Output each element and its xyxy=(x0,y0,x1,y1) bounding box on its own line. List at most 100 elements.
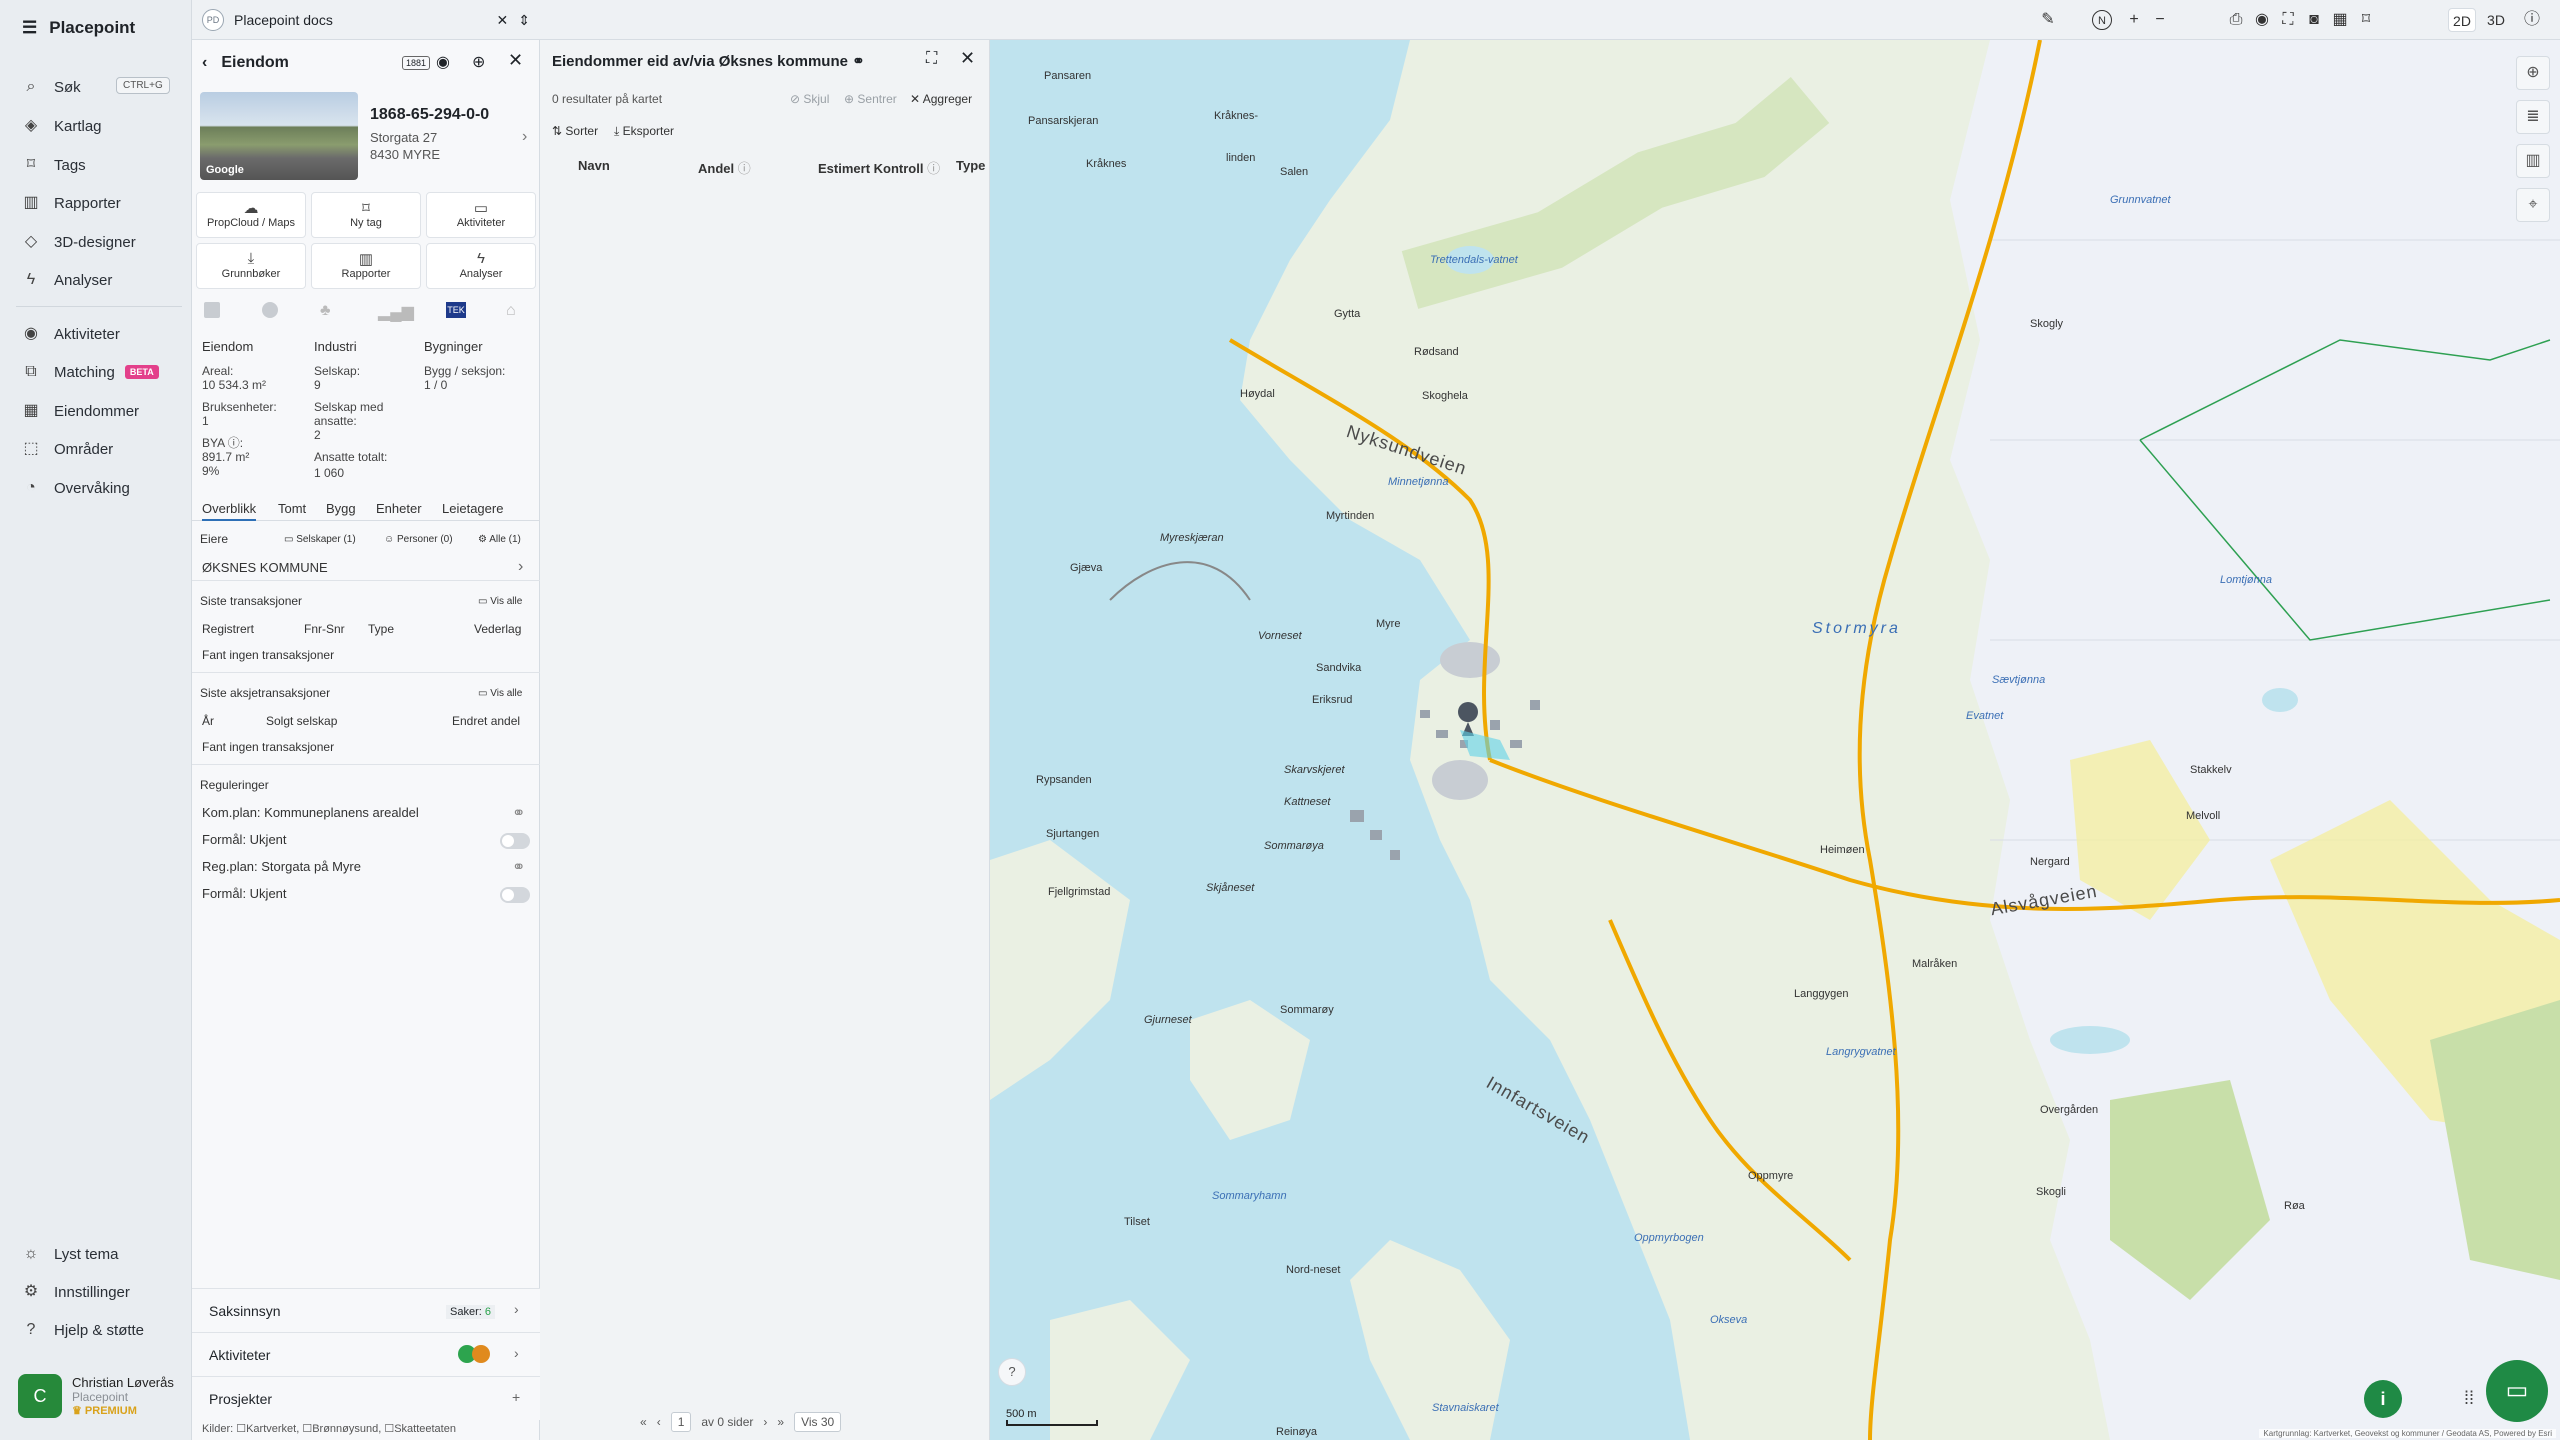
drag-handle-icon[interactable]: ⁞⁞ xyxy=(2464,1388,2474,1409)
map-measure-button[interactable]: ⌖ xyxy=(2516,188,2550,222)
map-chart-button[interactable]: ▥ xyxy=(2516,144,2550,178)
tab-enheter[interactable]: Enheter xyxy=(376,501,422,516)
page-input[interactable]: 1 xyxy=(670,1412,692,1432)
link-icon[interactable]: ⚭ xyxy=(512,857,525,877)
aktiviteter-button[interactable]: ▭ Aktiviteter xyxy=(426,192,536,238)
sidebar-item-sok[interactable]: ⌕ Søk xyxy=(22,78,81,96)
last-page-icon[interactable]: » xyxy=(777,1415,784,1429)
sidebar-item-hjelp[interactable]: ? Hjelp & støtte xyxy=(22,1321,144,1339)
fullscreen-icon[interactable]: ⛶ xyxy=(2278,10,2298,30)
sidebar-item-tags[interactable]: ⌑ Tags xyxy=(22,156,86,174)
saksinnsyn-row[interactable]: Saksinnsyn Saker: 6 › xyxy=(192,1288,540,1332)
camera-icon[interactable]: ◙ xyxy=(2304,10,2324,30)
filter-all[interactable]: ⚙ Alle (1) xyxy=(478,534,521,545)
propcloud-button[interactable]: ☁ PropCloud / Maps xyxy=(196,192,306,238)
per-page-select[interactable]: Vis 30 xyxy=(794,1412,842,1432)
tab-bygg[interactable]: Bygg xyxy=(326,501,356,516)
view-all-link[interactable]: ▭ Vis alle xyxy=(478,688,522,699)
sidebar-item-matching[interactable]: ⧉ Matching BETA xyxy=(22,363,159,381)
sidebar-item-3d-designer[interactable]: ◇ 3D-designer xyxy=(22,233,136,251)
sidebar-item-omrader[interactable]: ⬚ Områder xyxy=(22,440,113,458)
draw-icon[interactable]: ✎ xyxy=(2038,10,2058,30)
matrikkel-icon[interactable]: ♣ xyxy=(320,302,336,319)
owner-name[interactable]: ØKSNES KOMMUNE xyxy=(202,560,328,575)
brand[interactable]: ☰ Placepoint xyxy=(22,18,135,38)
filter-persons[interactable]: ☺ Personer (0) xyxy=(384,534,453,545)
info-icon[interactable]: ⓘ xyxy=(2522,10,2542,30)
ssb-icon[interactable] xyxy=(204,302,220,318)
eye-icon[interactable]: ◉ xyxy=(436,52,450,72)
sort-button[interactable]: ⇅ Sorter xyxy=(552,124,598,138)
back-icon[interactable]: ‹ xyxy=(202,54,207,72)
sidebar-item-rapporter[interactable]: ▥ Rapporter xyxy=(22,194,120,212)
kartverket-icon[interactable] xyxy=(262,302,278,318)
col-estimert-kontroll[interactable]: Estimert Kontroll ⓘ xyxy=(818,158,940,177)
map-layer-button[interactable]: ⊕ xyxy=(2516,56,2550,90)
chevron-right-icon[interactable]: › xyxy=(518,558,523,576)
zoom-in-icon[interactable]: + xyxy=(2124,10,2144,30)
sidebar-item-eiendommer[interactable]: ▦ Eiendommer xyxy=(22,402,139,420)
view-all-link[interactable]: ▭ Vis alle xyxy=(478,596,522,607)
export-button[interactable]: ⤓ Eksporter xyxy=(614,124,674,139)
first-page-icon[interactable]: « xyxy=(640,1415,647,1429)
col-andel[interactable]: Andel ⓘ xyxy=(698,158,751,177)
chevron-right-icon[interactable]: › xyxy=(522,128,527,146)
aktiviteter-row[interactable]: Aktiviteter › xyxy=(192,1332,540,1376)
tab-tomt[interactable]: Tomt xyxy=(278,501,306,516)
close-icon[interactable]: ✕ xyxy=(960,48,975,69)
grunnboker-button[interactable]: ⤓ Grunnbøker xyxy=(196,243,306,289)
house-icon[interactable]: ⌂ xyxy=(506,302,522,319)
bookmark-icon: ⌑ xyxy=(362,200,370,217)
grid-icon[interactable]: ▦ xyxy=(2330,10,2350,30)
sidebar-item-lyst-tema[interactable]: ☼ Lyst tema xyxy=(22,1245,119,1263)
close-icon[interactable]: ✕ xyxy=(508,50,523,71)
sidebar-item-overvaking[interactable]: ◔ Overvåking xyxy=(22,479,130,497)
map-stack-button[interactable]: ≣ xyxy=(2516,100,2550,134)
analyser-button[interactable]: ϟ Analyser xyxy=(426,243,536,289)
street-view-photo[interactable]: Google xyxy=(200,92,358,180)
docs-selector[interactable]: PD Placepoint docs ✕ ⇕ xyxy=(202,6,530,34)
user-card[interactable]: C Christian Løverås Placepoint ♛ PREMIUM xyxy=(18,1374,174,1418)
mode-2d-button[interactable]: 2D xyxy=(2448,8,2476,32)
rapporter-button[interactable]: ▥ Rapporter xyxy=(311,243,421,289)
sidebar-item-analyser[interactable]: ϟ Analyser xyxy=(22,271,113,289)
sidebar-item-innstillinger[interactable]: ⚙ Innstillinger xyxy=(22,1283,130,1301)
help-icon[interactable]: ? xyxy=(998,1358,1026,1386)
add-circle-icon[interactable]: ⊕ xyxy=(472,52,485,72)
compass-icon[interactable]: N xyxy=(2092,10,2112,30)
aggregate-button[interactable]: ✕ Aggreger xyxy=(910,92,972,106)
info-button[interactable]: i xyxy=(2364,1380,2402,1418)
mode-3d-button[interactable]: 3D xyxy=(2482,8,2510,32)
sidebar-item-kartlag[interactable]: ◈ Kartlag xyxy=(22,117,102,135)
chevron-updown-icon[interactable]: ⇕ xyxy=(518,12,530,29)
tek-icon[interactable]: TEK xyxy=(446,302,466,318)
prev-page-icon[interactable]: ‹ xyxy=(657,1415,661,1429)
link-icon[interactable]: ⚭ xyxy=(852,53,865,70)
byggdata-icon[interactable]: ▂▄▆ xyxy=(378,302,414,321)
close-icon[interactable]: ✕ xyxy=(497,12,509,29)
sidebar-item-aktiviteter[interactable]: ◉ Aktiviteter xyxy=(22,325,120,343)
badge-1881[interactable]: 1881 xyxy=(402,56,431,70)
expand-icon[interactable]: ⛶ xyxy=(926,50,937,68)
ny-tag-button[interactable]: ⌑ Ny tag xyxy=(311,192,421,238)
bookmark-icon[interactable]: ⌑ xyxy=(2356,10,2376,30)
formal-toggle[interactable] xyxy=(500,833,530,849)
next-page-icon[interactable]: › xyxy=(763,1415,767,1429)
formal-toggle[interactable] xyxy=(500,887,530,903)
hide-button[interactable]: ⊘ Skjul xyxy=(790,92,829,106)
prosjekter-row[interactable]: Prosjekter + xyxy=(192,1376,540,1420)
map-view[interactable]: Pansaren Pansarskjeran Kråknes Kråknes- … xyxy=(990,40,2560,1440)
col-type[interactable]: Type xyxy=(956,158,985,173)
link-icon[interactable]: ⚭ xyxy=(512,803,525,823)
filter-companies[interactable]: ▭ Selskaper (1) xyxy=(284,534,356,545)
center-button[interactable]: ⊕ Sentrer xyxy=(844,92,897,106)
col-navn[interactable]: Navn xyxy=(578,158,610,173)
zoom-out-icon[interactable]: − xyxy=(2150,10,2170,30)
plus-icon[interactable]: + xyxy=(512,1389,520,1405)
eye-icon[interactable]: ◉ xyxy=(2252,10,2272,30)
print-icon[interactable]: ⎙ xyxy=(2226,10,2246,30)
col-fnr: Fnr-Snr xyxy=(304,622,345,636)
chat-button[interactable]: ▭ xyxy=(2486,1360,2548,1422)
tab-leietagere[interactable]: Leietagere xyxy=(442,501,503,516)
tab-overblikk[interactable]: Overblikk xyxy=(202,501,257,521)
